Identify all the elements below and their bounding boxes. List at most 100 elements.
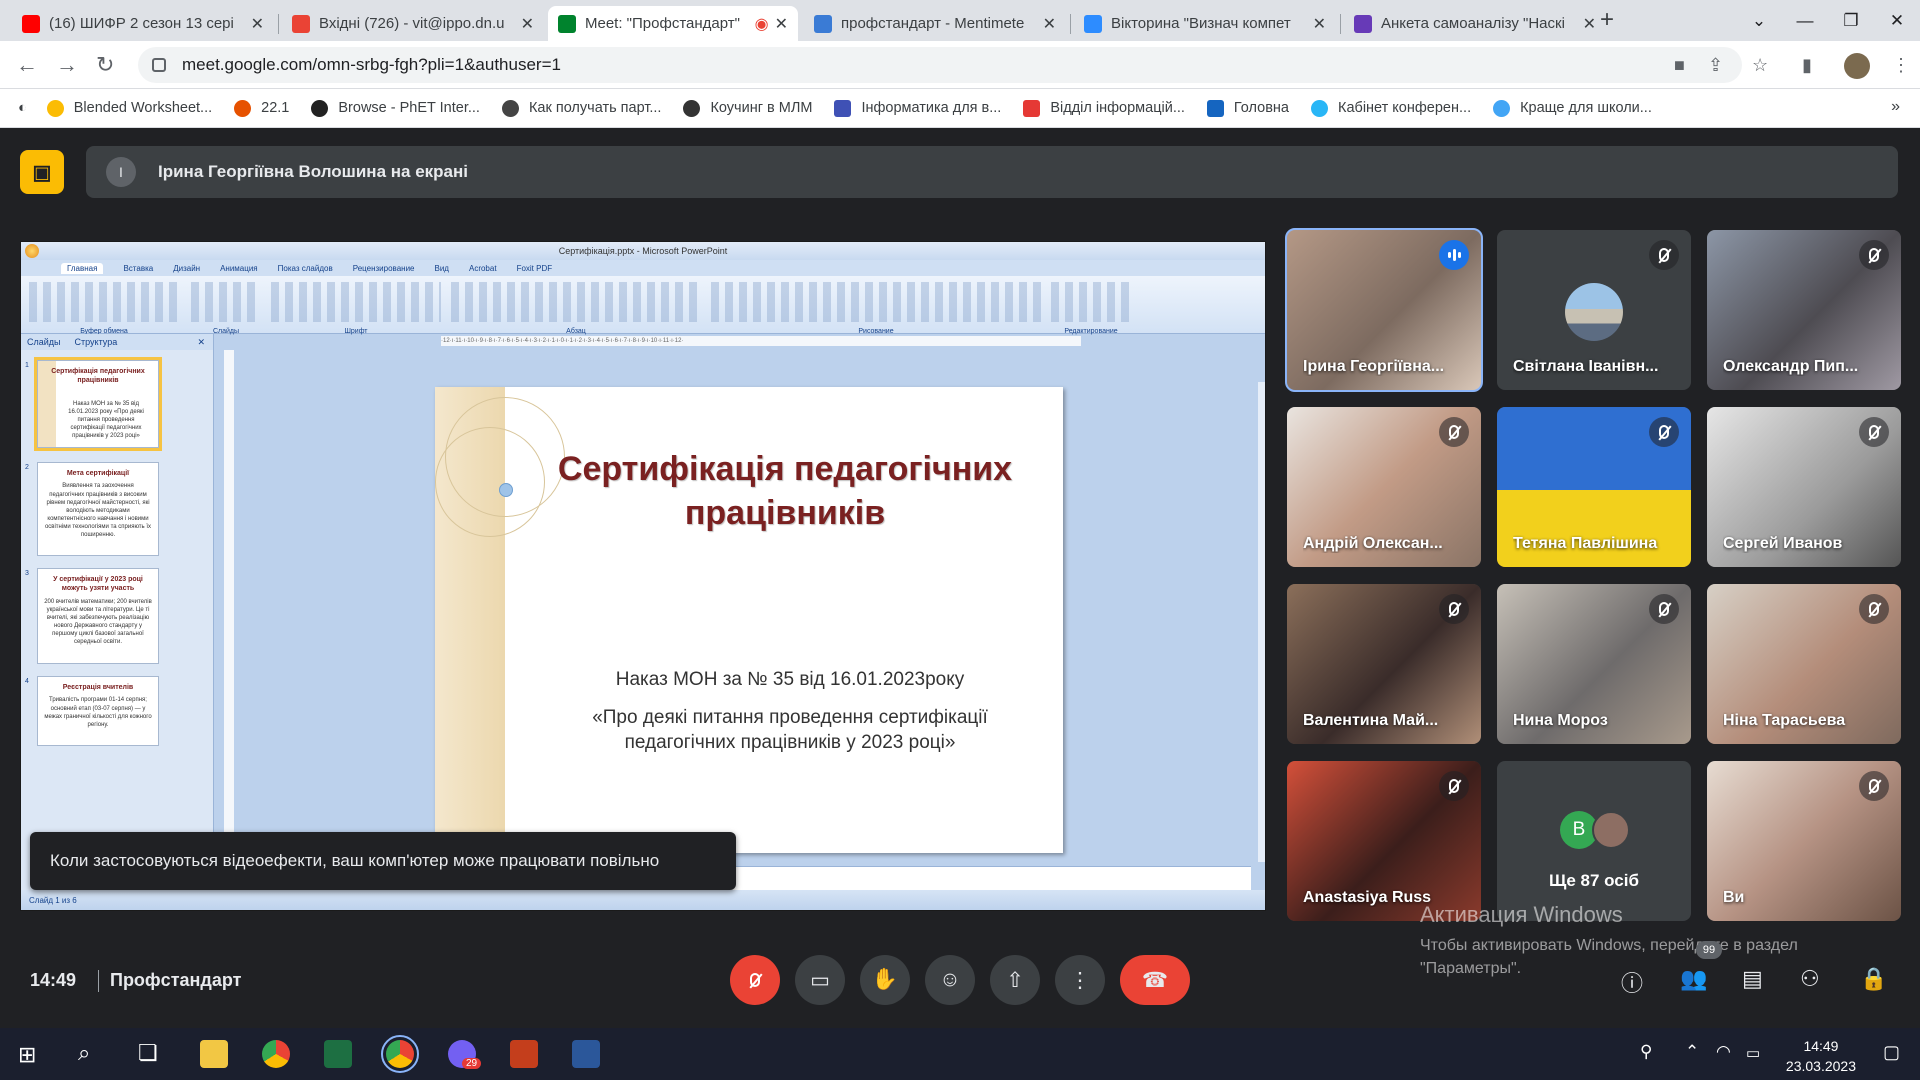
gmail-icon (292, 14, 310, 33)
browser-tab[interactable]: Вхідні (726) - vit@ippo.dn.u ✕ (282, 6, 544, 41)
system-clock[interactable]: 14:49 23.03.2023 (1786, 1036, 1856, 1077)
bookmark-item[interactable]: Відділ інформацій... (1023, 99, 1185, 117)
host-controls-icon[interactable]: 🔒 (1860, 966, 1887, 992)
slides-tab: Слайды (27, 337, 61, 347)
share-icon[interactable]: ⇪ (1708, 55, 1723, 76)
bookmark-item[interactable]: Інформатика для в... (834, 99, 1001, 117)
more-participants-label: Ще 87 осіб (1549, 871, 1639, 890)
bookmark-item[interactable]: Коучинг в МЛМ (683, 99, 812, 117)
bookmark-item[interactable]: Головна (1206, 99, 1289, 117)
maximize-button[interactable]: ❐ (1828, 11, 1874, 31)
reload-button[interactable]: ↻ (96, 52, 114, 78)
bookmark-item[interactable]: Краще для школи... (1493, 99, 1652, 117)
chat-icon[interactable]: ▤ (1742, 966, 1763, 992)
participant-tile[interactable]: Тетяна Павлішина (1497, 407, 1691, 567)
activities-icon[interactable]: ⚇ (1800, 966, 1820, 992)
leave-call-button[interactable]: ☎ (1120, 955, 1190, 1005)
apps-icon[interactable]: ◐ (18, 100, 27, 116)
bookmark-item[interactable]: Blended Worksheet... (46, 99, 212, 117)
powerpoint-icon[interactable] (510, 1040, 538, 1068)
participant-tile[interactable]: Олександр Пип... (1707, 230, 1901, 390)
bookmark-icon (834, 99, 852, 117)
search-icon[interactable]: ⌕ (78, 1040, 90, 1066)
tab-title: Вхідні (726) - vit@ippo.dn.u (319, 15, 505, 32)
thumbnail-title: Реєстрація вчителів (62, 684, 134, 691)
participants-count-badge: 99 (1696, 941, 1722, 959)
tray-expand-icon[interactable]: ⌃ (1685, 1042, 1699, 1062)
url-text[interactable]: meet.google.com/omn-srbg-fgh?pli=1&authu… (182, 55, 561, 75)
ribbon-tab: Foxit PDF (516, 263, 553, 273)
excel-icon[interactable] (324, 1040, 352, 1068)
slide-thumbnail: Мета сертифікації Виявлення та заохоченн… (37, 462, 159, 556)
task-view-icon[interactable]: ❏ (138, 1040, 158, 1066)
close-icon[interactable]: ✕ (521, 14, 534, 34)
reactions-button[interactable]: ☺ (925, 955, 975, 1005)
close-window-button[interactable]: ✕ (1874, 11, 1920, 31)
url-bar[interactable]: meet.google.com/omn-srbg-fgh?pli=1&authu… (138, 47, 1742, 83)
profile-avatar[interactable] (1844, 53, 1870, 79)
wifi-icon[interactable]: ◠ (1716, 1042, 1731, 1062)
present-screen-button[interactable]: ⇧ (990, 955, 1040, 1005)
ribbon-group-label: Рисование (858, 328, 894, 335)
bookmark-item[interactable]: Как получать парт... (501, 99, 661, 117)
raise-hand-button[interactable]: ✋ (860, 955, 910, 1005)
close-icon[interactable]: ✕ (775, 14, 788, 34)
participant-tile[interactable]: Нина Мороз (1497, 584, 1691, 744)
more-participants-tile[interactable]: B Ще 87 осіб (1497, 761, 1691, 921)
meeting-info-icon[interactable]: ⓘ (1621, 966, 1643, 998)
stop-presenting-icon[interactable]: ▣ (20, 150, 64, 194)
bookmark-item[interactable]: Browse - PhET Inter... (311, 99, 480, 117)
lock-icon[interactable] (152, 58, 166, 72)
browser-tab-active[interactable]: Meet: "Профстандарт" ◉ ✕ (548, 6, 798, 41)
participant-tile[interactable]: Сергей Иванов (1707, 407, 1901, 567)
self-tile[interactable]: Ви (1707, 761, 1901, 921)
people-icon[interactable]: 👥 (1680, 966, 1707, 992)
close-icon[interactable]: ✕ (1043, 14, 1056, 34)
file-explorer-icon[interactable] (200, 1040, 228, 1068)
chrome-icon[interactable] (262, 1040, 290, 1068)
browser-tab[interactable]: профстандарт - Mentimete ✕ (804, 6, 1066, 41)
bookmarks-overflow-button[interactable]: » (1891, 98, 1900, 116)
thumbnail-number: 1 (25, 362, 29, 369)
more-options-button[interactable]: ⋮ (1055, 955, 1105, 1005)
outline-tab: Структура (74, 337, 118, 347)
quiz-icon (1084, 14, 1102, 33)
user-icon[interactable]: ⚲ (1640, 1042, 1652, 1062)
camera-icon[interactable]: ■ (1674, 55, 1685, 76)
participant-tile[interactable]: Anastasiya Russ (1287, 761, 1481, 921)
browser-tab[interactable]: Вікторина "Визнач компет ✕ (1074, 6, 1336, 41)
browser-tab[interactable]: (16) ШИФР 2 сезон 13 сері ✕ (12, 6, 274, 41)
notifications-icon[interactable]: ▢ (1883, 1042, 1900, 1063)
camera-toggle-button[interactable]: ▭ (795, 955, 845, 1005)
vertical-ruler (224, 350, 234, 880)
participant-name: Ви (1723, 889, 1745, 906)
close-icon[interactable]: ✕ (1313, 14, 1326, 34)
side-panel-icon[interactable]: ▮ (1802, 55, 1812, 76)
bookmark-star-icon[interactable]: ☆ (1752, 55, 1768, 76)
participant-tile[interactable]: Світлана Іванівн... (1497, 230, 1691, 390)
participant-tile[interactable]: Андрій Олексан... (1287, 407, 1481, 567)
forward-button[interactable]: → (56, 52, 78, 78)
participant-tile[interactable]: Ніна Тарасьева (1707, 584, 1901, 744)
slide-canvas: Сертифікація педагогічних працівників На… (435, 387, 1063, 853)
menu-icon[interactable]: ⋮ (1892, 55, 1910, 76)
participant-tile[interactable]: Ірина Георгіївна... (1285, 228, 1483, 392)
microphone-toggle-button[interactable] (730, 955, 780, 1005)
tab-search-icon[interactable]: ⌄ (1736, 11, 1782, 31)
participant-name: Нина Мороз (1513, 712, 1608, 729)
back-button[interactable]: ← (16, 52, 38, 78)
new-tab-button[interactable]: + (1600, 6, 1614, 34)
word-icon[interactable] (572, 1040, 600, 1068)
browser-tab[interactable]: Анкета самоаналізу "Наскі ✕ (1344, 6, 1606, 41)
bookmark-item[interactable]: 22.1 (234, 99, 289, 117)
youtube-icon (22, 14, 40, 33)
chrome-active-icon[interactable] (381, 1035, 419, 1073)
battery-icon[interactable]: ▭ (1746, 1044, 1760, 1062)
close-icon[interactable]: ✕ (251, 14, 264, 34)
participant-tile[interactable]: Валентина Май... (1287, 584, 1481, 744)
tab-title: Анкета самоаналізу "Наскі (1381, 15, 1565, 32)
windows-start-icon[interactable]: ⊞ (18, 1042, 36, 1068)
close-icon[interactable]: ✕ (1583, 14, 1596, 34)
bookmark-item[interactable]: Кабінет конферен... (1311, 99, 1471, 117)
minimize-button[interactable]: — (1782, 11, 1828, 31)
